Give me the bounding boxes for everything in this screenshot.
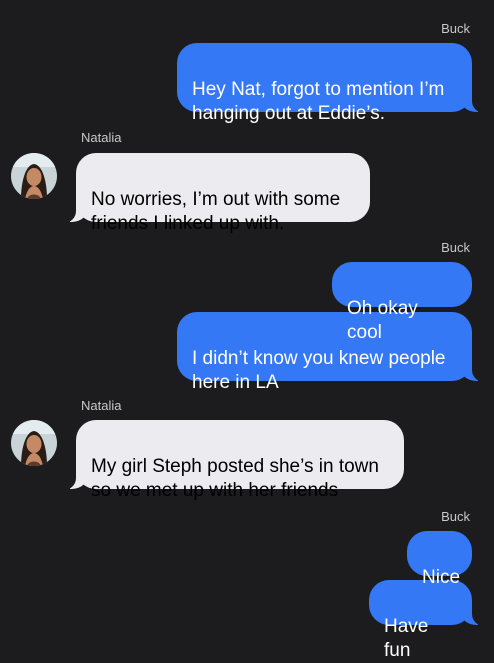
- message-text: Hey Nat, forgot to mention I’m hanging o…: [192, 79, 445, 124]
- message-bubble-outgoing[interactable]: Nice: [407, 531, 472, 588]
- message-text: My girl Steph posted she’s in town so we…: [91, 456, 379, 501]
- sender-label-buck: Buck: [441, 509, 470, 524]
- message-text: Nice: [422, 567, 461, 588]
- sender-label-natalia: Natalia: [81, 398, 122, 413]
- sender-label-natalia: Natalia: [81, 130, 122, 145]
- sender-label-buck: Buck: [441, 21, 470, 36]
- message-bubble-outgoing[interactable]: Oh okay cool: [332, 262, 472, 343]
- message-text: Have fun: [384, 616, 429, 661]
- contact-avatar[interactable]: [11, 420, 57, 466]
- message-bubble-incoming[interactable]: My girl Steph posted she’s in town so we…: [56, 420, 404, 501]
- message-bubble-incoming[interactable]: No worries, I’m out with some friends I …: [56, 153, 370, 234]
- sender-label-buck: Buck: [441, 240, 470, 255]
- message-text: I didn’t know you knew people here in LA: [192, 348, 446, 393]
- contact-photo-icon: [11, 420, 57, 466]
- contact-photo-icon: [11, 153, 57, 199]
- message-bubble-outgoing[interactable]: Hey Nat, forgot to mention I’m hanging o…: [177, 43, 492, 124]
- message-text: No worries, I’m out with some friends I …: [91, 189, 341, 234]
- contact-avatar[interactable]: [11, 153, 57, 199]
- message-bubble-outgoing[interactable]: I didn’t know you knew people here in LA: [177, 312, 492, 393]
